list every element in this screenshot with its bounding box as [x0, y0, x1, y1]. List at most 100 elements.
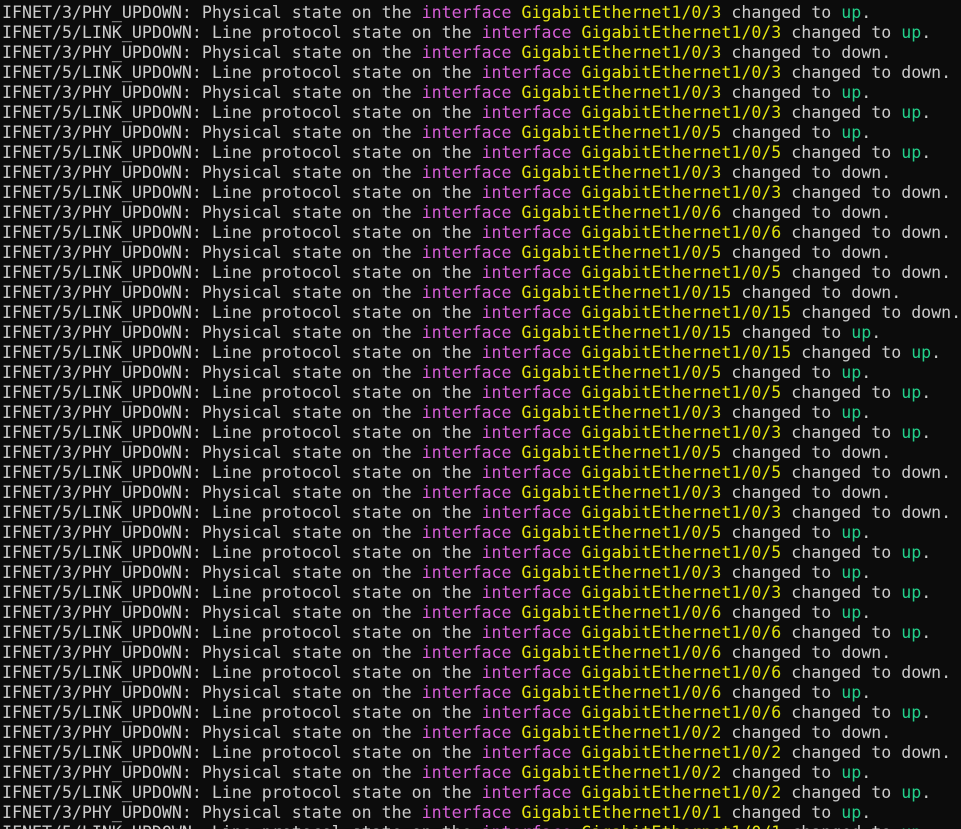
interface-keyword: interface: [481, 663, 572, 682]
interface-keyword: interface: [421, 643, 512, 662]
interface-keyword: interface: [481, 583, 572, 602]
interface-name: GigabitEthernet1/0/6: [521, 603, 722, 622]
log-message: Line protocol state on the: [211, 783, 472, 802]
log-message: Line protocol state on the: [211, 623, 472, 642]
log-message: Physical state on the: [201, 443, 412, 462]
interface-keyword: interface: [421, 283, 512, 302]
log-tag: IFNET/3/PHY_UPDOWN:: [2, 523, 192, 542]
interface-keyword: interface: [481, 183, 572, 202]
log-tag: IFNET/5/LINK_UPDOWN:: [2, 303, 202, 322]
interface-name: GigabitEthernet1/0/3: [521, 563, 722, 582]
interface-keyword: interface: [481, 103, 572, 122]
interface-keyword: interface: [421, 43, 512, 62]
interface-name: GigabitEthernet1/0/2: [521, 723, 722, 742]
log-message: Line protocol state on the: [211, 743, 472, 762]
interface-name: GigabitEthernet1/0/3: [581, 63, 782, 82]
log-tag: IFNET/5/LINK_UPDOWN:: [2, 143, 202, 162]
log-line: IFNET/3/PHY_UPDOWN: Physical state on th…: [2, 443, 892, 462]
interface-name: GigabitEthernet1/0/3: [521, 43, 722, 62]
log-line: IFNET/3/PHY_UPDOWN: Physical state on th…: [2, 83, 872, 102]
log-verb: changed to: [731, 403, 832, 422]
link-state: up: [841, 123, 862, 142]
interface-name: GigabitEthernet1/0/2: [521, 763, 722, 782]
log-message: Physical state on the: [201, 3, 412, 22]
link-state: up: [901, 383, 922, 402]
interface-keyword: interface: [481, 343, 572, 362]
link-state: up: [901, 703, 922, 722]
interface-keyword: interface: [421, 763, 512, 782]
log-tag: IFNET/5/LINK_UPDOWN:: [2, 463, 202, 482]
log-verb: changed to: [741, 283, 842, 302]
link-state: up: [841, 803, 862, 822]
log-message: Physical state on the: [201, 323, 412, 342]
log-tag: IFNET/3/PHY_UPDOWN:: [2, 83, 192, 102]
log-message: Line protocol state on the: [211, 503, 472, 522]
log-line: IFNET/3/PHY_UPDOWN: Physical state on th…: [2, 3, 872, 22]
log-line: IFNET/5/LINK_UPDOWN: Line protocol state…: [2, 583, 932, 602]
log-tag: IFNET/3/PHY_UPDOWN:: [2, 763, 192, 782]
interface-keyword: interface: [481, 503, 572, 522]
interface-keyword: interface: [421, 243, 512, 262]
log-verb: changed to: [791, 423, 892, 442]
log-tag: IFNET/5/LINK_UPDOWN:: [2, 383, 202, 402]
log-tag: IFNET/3/PHY_UPDOWN:: [2, 3, 192, 22]
log-message: Physical state on the: [201, 203, 412, 222]
log-verb: changed to: [791, 63, 892, 82]
log-line: IFNET/3/PHY_UPDOWN: Physical state on th…: [2, 483, 892, 502]
interface-keyword: interface: [421, 563, 512, 582]
interface-keyword: interface: [421, 363, 512, 382]
log-tag: IFNET/3/PHY_UPDOWN:: [2, 123, 192, 142]
log-tag: IFNET/5/LINK_UPDOWN:: [2, 623, 202, 642]
interface-name: GigabitEthernet1/0/15: [521, 323, 732, 342]
link-state: down: [901, 503, 942, 522]
interface-keyword: interface: [421, 683, 512, 702]
link-state: up: [901, 23, 922, 42]
log-verb: changed to: [791, 783, 892, 802]
link-state: down: [901, 263, 942, 282]
log-message: Line protocol state on the: [211, 703, 472, 722]
log-line: IFNET/3/PHY_UPDOWN: Physical state on th…: [2, 643, 892, 662]
link-state: down: [911, 303, 952, 322]
log-line: IFNET/5/LINK_UPDOWN: Line protocol state…: [2, 343, 942, 362]
link-state: up: [901, 783, 922, 802]
log-verb: changed to: [791, 743, 892, 762]
interface-name: GigabitEthernet1/0/3: [581, 183, 782, 202]
link-state: up: [841, 523, 862, 542]
interface-keyword: interface: [421, 123, 512, 142]
link-state: down: [841, 723, 882, 742]
link-state: down: [851, 283, 892, 302]
terminal-output[interactable]: IFNET/3/PHY_UPDOWN: Physical state on th…: [2, 3, 961, 829]
log-tag: IFNET/3/PHY_UPDOWN:: [2, 603, 192, 622]
link-state: down: [901, 743, 942, 762]
log-line: IFNET/3/PHY_UPDOWN: Physical state on th…: [2, 43, 892, 62]
interface-name: GigabitEthernet1/0/6: [581, 623, 782, 642]
interface-name: GigabitEthernet1/0/6: [581, 703, 782, 722]
interface-name: GigabitEthernet1/0/2: [581, 783, 782, 802]
log-line: IFNET/3/PHY_UPDOWN: Physical state on th…: [2, 203, 892, 222]
interface-keyword: interface: [481, 23, 572, 42]
log-line: IFNET/5/LINK_UPDOWN: Line protocol state…: [2, 63, 952, 82]
log-verb: changed to: [801, 303, 902, 322]
log-message: Physical state on the: [201, 603, 412, 622]
log-verb: changed to: [731, 643, 832, 662]
interface-keyword: interface: [421, 483, 512, 502]
log-verb: changed to: [791, 463, 892, 482]
link-state: up: [901, 543, 922, 562]
interface-keyword: interface: [421, 603, 512, 622]
log-verb: changed to: [731, 443, 832, 462]
log-tag: IFNET/3/PHY_UPDOWN:: [2, 483, 192, 502]
log-tag: IFNET/5/LINK_UPDOWN:: [2, 263, 202, 282]
log-tag: IFNET/5/LINK_UPDOWN:: [2, 183, 202, 202]
log-message: Physical state on the: [201, 563, 412, 582]
link-state: up: [901, 423, 922, 442]
interface-keyword: interface: [421, 803, 512, 822]
interface-name: GigabitEthernet1/0/2: [581, 743, 782, 762]
log-line: IFNET/3/PHY_UPDOWN: Physical state on th…: [2, 603, 872, 622]
interface-keyword: interface: [481, 463, 572, 482]
log-message: Physical state on the: [201, 83, 412, 102]
log-message: Physical state on the: [201, 483, 412, 502]
log-message: Line protocol state on the: [211, 343, 472, 362]
log-verb: changed to: [791, 543, 892, 562]
link-state: down: [901, 463, 942, 482]
log-tag: IFNET/5/LINK_UPDOWN:: [2, 783, 202, 802]
